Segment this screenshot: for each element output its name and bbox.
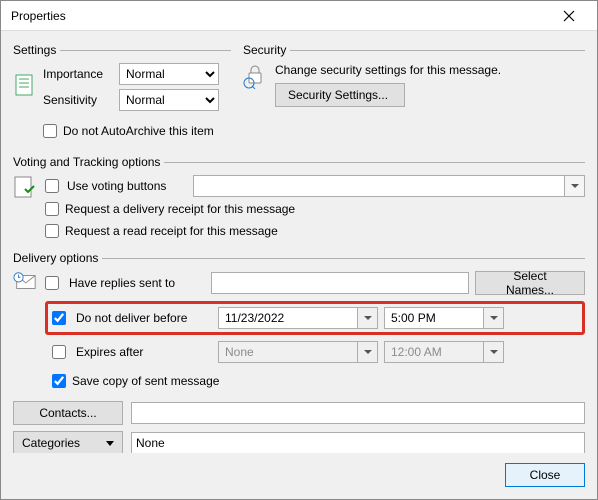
- use-voting-checkbox[interactable]: [45, 179, 59, 193]
- have-replies-checkbox[interactable]: [45, 276, 59, 290]
- close-button[interactable]: Close: [505, 463, 585, 487]
- autoarchive-checkbox[interactable]: [43, 124, 57, 138]
- settings-legend: Settings: [13, 43, 60, 57]
- expires-time[interactable]: 12:00 AM: [384, 341, 504, 363]
- chevron-down-icon: [564, 176, 584, 196]
- do-not-deliver-label: Do not deliver before: [76, 311, 212, 325]
- expires-label: Expires after: [76, 345, 212, 359]
- dialog-footer: Close: [1, 453, 597, 499]
- security-group: Security Change security settings for th…: [243, 43, 585, 143]
- read-receipt-checkbox[interactable]: [45, 224, 59, 238]
- autoarchive-label: Do not AutoArchive this item: [63, 124, 214, 138]
- categories-button[interactable]: Categories: [13, 431, 123, 453]
- delivery-icon: [13, 271, 37, 293]
- have-replies-field[interactable]: [211, 272, 469, 294]
- contacts-button[interactable]: Contacts...: [13, 401, 123, 425]
- select-names-button[interactable]: Select Names...: [475, 271, 585, 295]
- security-desc: Change security settings for this messag…: [275, 63, 501, 77]
- voting-buttons-combo[interactable]: [193, 175, 585, 197]
- sensitivity-label: Sensitivity: [43, 93, 113, 107]
- importance-label: Importance: [43, 67, 113, 81]
- save-copy-label: Save copy of sent message: [72, 374, 219, 388]
- settings-group: Settings Importance Normal Sensitivity N…: [13, 43, 231, 143]
- voting-legend: Voting and Tracking options: [13, 155, 164, 169]
- expires-date[interactable]: None: [218, 341, 378, 363]
- settings-icon: [13, 73, 37, 101]
- voting-icon: [13, 175, 37, 201]
- read-receipt-label: Request a read receipt for this message: [65, 224, 278, 238]
- do-not-deliver-row: Do not deliver before 11/23/2022 5:00 PM: [45, 301, 585, 335]
- chevron-down-icon: [357, 342, 377, 362]
- chevron-down-icon: [483, 308, 503, 328]
- delivery-legend: Delivery options: [13, 251, 102, 265]
- delivery-receipt-label: Request a delivery receipt for this mess…: [65, 202, 295, 216]
- titlebar: Properties: [1, 1, 597, 31]
- do-not-deliver-checkbox[interactable]: [52, 311, 66, 325]
- chevron-down-icon: [357, 308, 377, 328]
- sensitivity-select[interactable]: Normal: [119, 89, 219, 111]
- chevron-down-icon: [483, 342, 503, 362]
- delivery-receipt-checkbox[interactable]: [45, 202, 59, 216]
- security-settings-button[interactable]: Security Settings...: [275, 83, 405, 107]
- window-title: Properties: [11, 9, 549, 23]
- security-icon: [243, 63, 267, 89]
- caret-down-icon: [106, 441, 114, 446]
- expires-checkbox[interactable]: [52, 345, 66, 359]
- have-replies-label: Have replies sent to: [69, 276, 205, 290]
- security-legend: Security: [243, 43, 290, 57]
- voting-group: Voting and Tracking options Use voting b…: [13, 155, 585, 243]
- do-not-deliver-time[interactable]: 5:00 PM: [384, 307, 504, 329]
- save-copy-checkbox[interactable]: [52, 374, 66, 388]
- categories-field[interactable]: None: [131, 432, 585, 453]
- use-voting-label: Use voting buttons: [67, 179, 187, 193]
- importance-select[interactable]: Normal: [119, 63, 219, 85]
- do-not-deliver-date[interactable]: 11/23/2022: [218, 307, 378, 329]
- contacts-field[interactable]: [131, 402, 585, 424]
- properties-dialog: Properties Settings I: [0, 0, 598, 500]
- delivery-group: Delivery options Have replies sent to: [13, 251, 585, 393]
- close-icon[interactable]: [549, 2, 589, 30]
